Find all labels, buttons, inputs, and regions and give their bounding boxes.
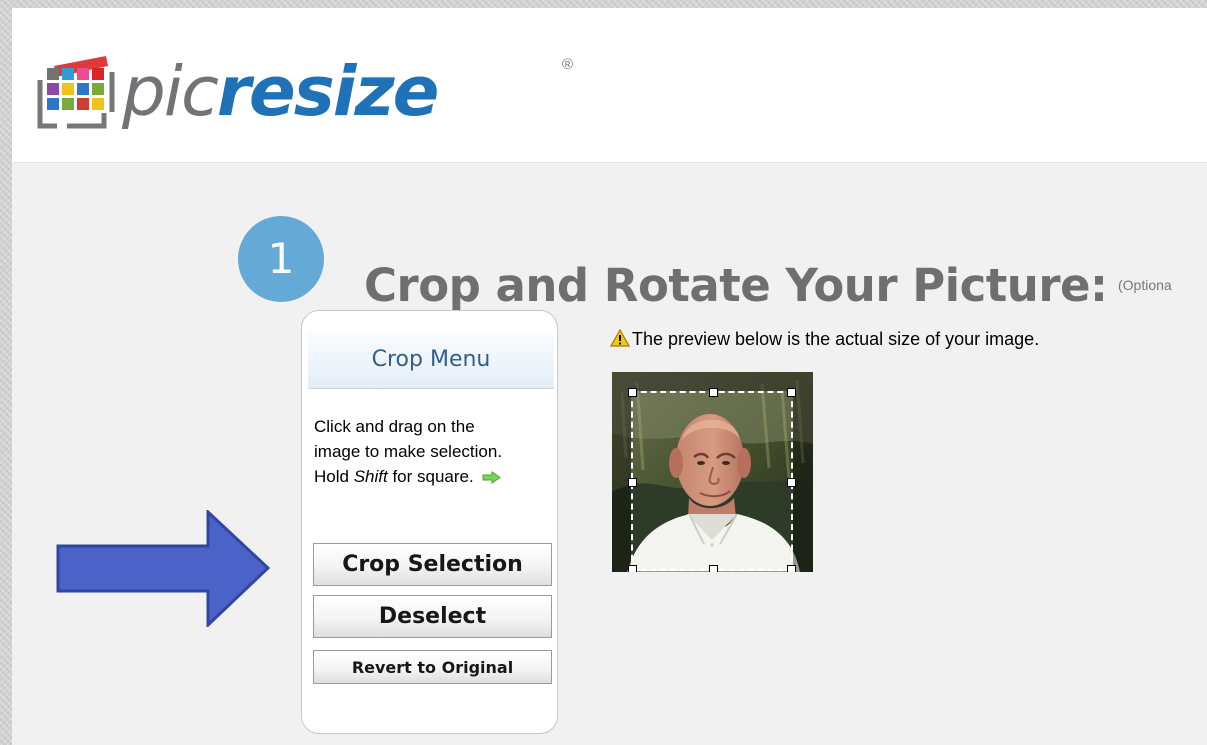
crop-menu-heading: Crop Menu xyxy=(308,331,554,389)
deselect-button[interactable]: Deselect xyxy=(313,595,552,638)
logo-resize-text: resize xyxy=(216,52,440,132)
crop-handle-bottom-left[interactable] xyxy=(628,565,637,572)
registered-mark: ® xyxy=(562,56,574,73)
step-number-badge: 1 xyxy=(238,216,324,302)
shift-key-text: Shift xyxy=(353,467,388,486)
crop-instructions: Click and drag on the image to make sele… xyxy=(314,414,554,489)
crop-handle-left[interactable] xyxy=(628,478,637,487)
instruction-line-2: image to make selection. xyxy=(314,442,503,461)
instruction-line-3: Hold Shift for square. xyxy=(314,464,554,489)
crop-rotate-title: Crop and Rotate Your Picture: xyxy=(364,259,1108,313)
instruction-square-text: for square. xyxy=(387,467,474,486)
crop-handle-bottom-right[interactable] xyxy=(787,565,796,572)
crop-selection-button[interactable]: Crop Selection xyxy=(313,543,552,586)
blue-right-arrow-icon xyxy=(56,510,270,627)
instruction-line-1: Click and drag on the xyxy=(314,417,475,436)
picresize-logo-icon xyxy=(37,56,115,129)
picresize-page: picresize ® 1 Crop and Rotate Your Pictu… xyxy=(12,8,1207,745)
warning-text: The preview below is the actual size of … xyxy=(632,329,1040,349)
instruction-hold-text: Hold xyxy=(314,467,354,486)
crop-handle-top[interactable] xyxy=(709,388,718,397)
crop-handle-right[interactable] xyxy=(787,478,796,487)
site-header: picresize ® xyxy=(12,8,1207,163)
picresize-wordmark[interactable]: picresize xyxy=(122,58,439,127)
crop-handle-bottom[interactable] xyxy=(709,565,718,572)
logo-pic-text: pic xyxy=(122,52,219,132)
optional-note: (Optiona xyxy=(1118,277,1172,293)
crop-selection-box[interactable] xyxy=(628,388,796,572)
green-right-arrow-icon xyxy=(482,471,502,484)
crop-menu-panel: Crop Menu Click and drag on the image to… xyxy=(301,310,558,734)
crop-handle-top-right[interactable] xyxy=(787,388,796,397)
actual-size-warning: The preview below is the actual size of … xyxy=(610,327,1039,348)
crop-handle-top-left[interactable] xyxy=(628,388,637,397)
image-preview[interactable] xyxy=(612,372,813,572)
revert-to-original-button[interactable]: Revert to Original xyxy=(313,650,552,684)
warning-icon xyxy=(610,329,630,347)
